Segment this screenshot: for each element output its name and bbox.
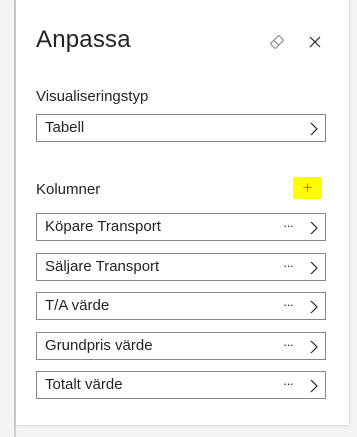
column-item[interactable]: Grundpris värde ··· [36, 332, 326, 360]
more-options-icon[interactable]: ··· [278, 336, 298, 356]
column-item-label: Säljare Transport [45, 258, 160, 275]
close-icon[interactable] [304, 31, 326, 53]
column-item[interactable]: Totalt värde ··· [36, 371, 326, 399]
chevron-right-icon[interactable] [309, 299, 319, 315]
column-item[interactable]: T/A värde ··· [36, 292, 326, 320]
visualization-type-label: Visualiseringstyp [36, 88, 149, 105]
visualization-type-value: Tabell [45, 119, 85, 136]
background: Anpassa Visualiseringstyp Tabell Kolumne… [0, 0, 357, 437]
chevron-right-icon [310, 122, 318, 136]
column-item-label: Totalt värde [45, 376, 123, 393]
add-column-button[interactable]: + [293, 177, 322, 199]
chevron-right-icon[interactable] [309, 378, 319, 394]
more-options-icon[interactable]: ··· [278, 257, 298, 277]
chevron-right-icon[interactable] [309, 339, 319, 355]
more-options-icon[interactable]: ··· [278, 217, 298, 237]
eraser-icon[interactable] [266, 31, 288, 53]
column-item-label: T/A värde [45, 297, 110, 314]
chevron-right-icon[interactable] [309, 260, 319, 276]
column-item-label: Köpare Transport [45, 218, 161, 235]
pane-title: Anpassa [36, 26, 131, 53]
more-options-icon[interactable]: ··· [278, 375, 298, 395]
visualization-type-dropdown[interactable]: Tabell [36, 114, 326, 142]
column-item-label: Grundpris värde [45, 337, 153, 354]
chevron-right-icon[interactable] [309, 220, 319, 236]
more-options-icon[interactable]: ··· [278, 296, 298, 316]
column-item[interactable]: Säljare Transport ··· [36, 253, 326, 281]
columns-label: Kolumner [36, 181, 101, 198]
column-item[interactable]: Köpare Transport ··· [36, 213, 326, 241]
